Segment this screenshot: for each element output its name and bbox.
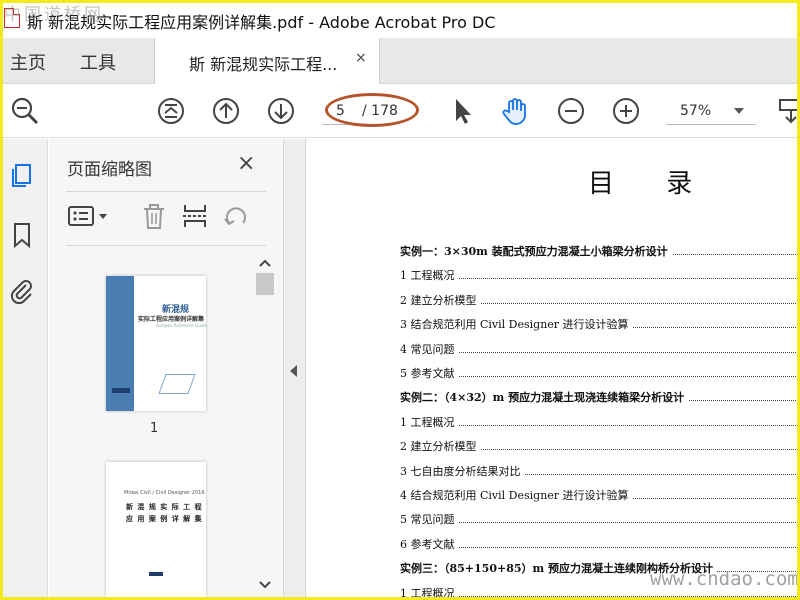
cover-line-1: Midas Civil / Civil Designer 2016 [124, 490, 205, 496]
toc-entry[interactable]: 6 参考文献 [400, 536, 800, 552]
select-cursor-icon[interactable] [448, 96, 478, 126]
cover-subtitle: 实际工程应用案例详解集 [138, 316, 205, 323]
divider [66, 191, 266, 192]
divider [66, 245, 266, 246]
toc-entry-text: 1 工程概况 [400, 269, 459, 283]
tab-document[interactable]: 斯 新混规实际工程... × [154, 38, 380, 84]
toc-entry-text: 实例一：3×30m 装配式预应力混凝土小箱梁分析设计 [400, 245, 672, 258]
bookmark-icon[interactable] [8, 221, 36, 249]
toc-entry[interactable]: 2 建立分析模型 [400, 438, 800, 454]
tab-bar: 主页 工具 斯 新混规实际工程... × [0, 38, 800, 84]
toc-entry-text: 4 结合规范利用 Civil Designer 进行设计验算 [400, 489, 633, 502]
panel-title: 页面缩略图 [67, 160, 152, 180]
scrollbar-thumb[interactable] [256, 273, 274, 295]
toc-entry-text: 2 建立分析模型 [400, 293, 481, 307]
total-pages-label: / 178 [362, 103, 398, 119]
toc-leader-dots [400, 376, 800, 377]
toc-entry[interactable]: 1 工程概况 [400, 414, 800, 430]
cover-line-3: 应 用 案 例 详 解 集 [126, 515, 203, 523]
toc-section-entry[interactable]: 实例一：3×30m 装配式预应力混凝土小箱梁分析设计 [400, 243, 800, 259]
zoom-out-icon[interactable] [556, 96, 586, 126]
scroll-mode-icon[interactable] [776, 96, 800, 126]
attachment-icon[interactable] [8, 277, 36, 305]
toc-leader-dots [400, 351, 800, 353]
page-thumbnail-2[interactable]: Midas Civil / Civil Designer 2016 新 混 规 … [106, 462, 206, 600]
cover-line-2: 新 混 规 实 际 工 程 [126, 503, 203, 511]
toc-section-entry[interactable]: 实例二：（4×32）m 预应力混凝土现浇连续箱梁分析设计 [400, 389, 800, 405]
extract-page-icon[interactable] [180, 201, 210, 231]
toc-entry[interactable]: 4 常见问题 [400, 341, 800, 357]
toc-entry[interactable]: 5 参考文献 [400, 365, 800, 381]
toc-entry[interactable]: 2 建立分析模型 [400, 292, 800, 308]
first-page-icon[interactable] [156, 96, 186, 126]
cover-small-text: Analysis Reference Guide [156, 323, 207, 328]
thumbnail-options-icon[interactable] [66, 201, 112, 231]
page-thumbnails-icon[interactable] [8, 161, 36, 189]
rotate-page-icon[interactable] [221, 201, 251, 231]
tab-tools[interactable]: 工具 [80, 49, 116, 75]
toc-entry-text: 1 工程概况 [400, 586, 459, 600]
toc-entry-text: 4 常见问题 [400, 342, 459, 356]
zoom-select[interactable]: 57% [666, 99, 756, 125]
toc-leader-dots [400, 595, 800, 597]
panel-collapse-handle[interactable] [284, 139, 306, 600]
toc-entry-text: 6 参考文献 [400, 537, 459, 551]
toc-entry-text: 1 工程概况 [400, 415, 459, 429]
thumbnails-scrollbar[interactable] [255, 257, 274, 597]
scroll-up-icon[interactable] [255, 257, 275, 269]
navigation-rail [0, 139, 48, 600]
toc-entry-text: 3 结合规范利用 Civil Designer 进行设计验算 [400, 318, 633, 332]
zoom-in-icon[interactable] [611, 96, 641, 126]
thumbnail-page-number: 1 [150, 421, 159, 436]
toc-entry-text: 2 建立分析模型 [400, 440, 481, 454]
toc-entry-text: 5 常见问题 [400, 513, 459, 527]
previous-page-icon[interactable] [211, 96, 241, 126]
toc-leader-dots [400, 546, 800, 548]
toc-leader-dots [400, 424, 800, 426]
zoom-value: 57% [680, 103, 712, 119]
cover-logo [112, 388, 130, 393]
toc-entry[interactable]: 1 工程概况 [400, 267, 800, 283]
tab-home[interactable]: 主页 [10, 49, 46, 75]
chevron-down-icon [734, 108, 744, 114]
watermark-top-left: 中国道桥网 [4, 5, 104, 25]
toolbar: 5 / 178 57% [0, 84, 800, 138]
panel-close-icon[interactable]: × [237, 151, 255, 176]
cover-book-image [158, 374, 196, 394]
tab-close-icon[interactable]: × [355, 50, 367, 66]
page-thumbnail-1[interactable]: 新混规 实际工程应用案例详解集 Analysis Reference Guide [106, 276, 207, 411]
document-view[interactable]: 目 录 实例一：3×30m 装配式预应力混凝土小箱梁分析设计 1 工程概况 2 建立… [306, 139, 800, 600]
scroll-down-icon[interactable] [255, 579, 275, 591]
toc-entry-text: 3 七自由度分析结果对比 [400, 464, 525, 478]
document-heading: 目 录 [588, 169, 715, 199]
toc-leader-dots [400, 278, 800, 280]
toc-entry[interactable]: 4 结合规范利用 Civil Designer 进行设计验算 [400, 487, 800, 503]
cover-logo [149, 572, 163, 576]
collapse-left-icon [290, 365, 297, 377]
watermark-bottom-right: www.cndao.com [650, 568, 799, 590]
thumbnails-panel: 页面缩略图 × 新混规 实际工程应用案例详解集 Analysis Referen… [49, 139, 284, 600]
zoom-search-icon[interactable] [10, 96, 40, 126]
current-page-input[interactable]: 5 [322, 99, 358, 125]
toc-leader-dots [400, 522, 800, 524]
tab-document-label: 斯 新混规实际工程... [189, 55, 338, 74]
delete-page-icon[interactable] [139, 201, 169, 231]
hand-tool-icon[interactable] [500, 96, 530, 126]
toc-entry[interactable]: 3 七自由度分析结果对比 [400, 463, 800, 479]
toc-entry[interactable]: 3 结合规范利用 Civil Designer 进行设计验算 [400, 316, 800, 332]
toc-entry-text: 实例二：（4×32）m 预应力混凝土现浇连续箱梁分析设计 [400, 391, 689, 405]
next-page-icon[interactable] [266, 96, 296, 126]
title-bar: 斯 新混规实际工程应用案例详解集.pdf - Adobe Acrobat Pro… [0, 0, 800, 38]
toc-entry[interactable]: 5 常见问题 [400, 511, 800, 527]
toc-entry-text: 5 参考文献 [400, 367, 459, 380]
